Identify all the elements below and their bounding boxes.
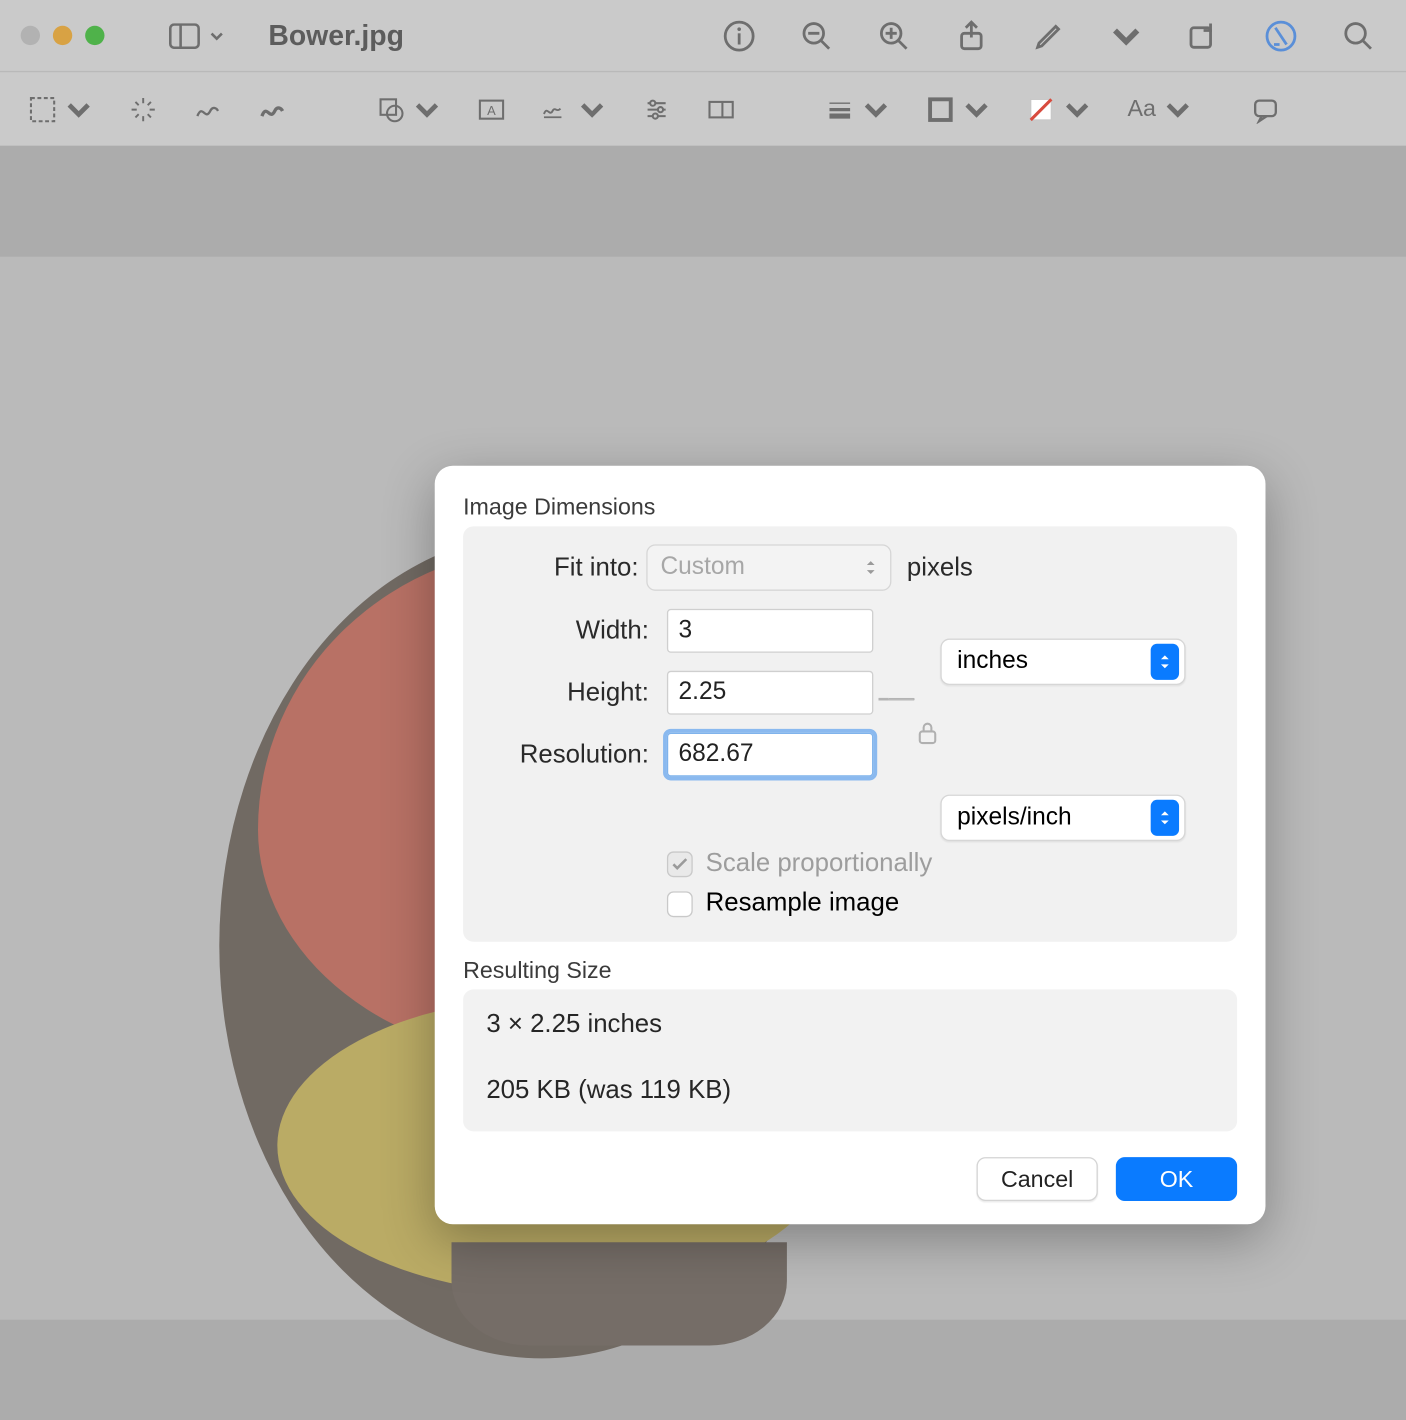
zoom-in-icon[interactable] [877, 19, 911, 53]
result-filesize: 205 KB (was 119 KB) [486, 1076, 1214, 1106]
canvas-area: Image Dimensions Fit into: Custom pixels… [0, 146, 1406, 1420]
info-icon[interactable] [722, 19, 756, 53]
height-input[interactable] [667, 671, 873, 715]
zoom-out-icon[interactable] [800, 19, 834, 53]
lock-icon[interactable] [917, 721, 938, 751]
stepper-icon [857, 550, 885, 586]
size-unit-select[interactable]: inches [940, 639, 1185, 685]
stepper-icon [1151, 800, 1179, 836]
text-tool[interactable]: A [477, 95, 505, 123]
resulting-size-panel: 3 × 2.25 inches 205 KB (was 119 KB) [463, 989, 1237, 1131]
scale-proportionally-checkbox [667, 851, 693, 877]
section-title-dimensions: Image Dimensions [463, 494, 1237, 521]
fit-into-label: Fit into: [484, 553, 647, 583]
close-window-icon[interactable] [21, 26, 40, 45]
minimize-window-icon[interactable] [53, 26, 72, 45]
shapes-tool[interactable] [377, 95, 442, 123]
ok-button[interactable]: OK [1116, 1157, 1237, 1201]
share-icon[interactable] [955, 19, 989, 53]
resolution-unit-select[interactable]: pixels/inch [940, 795, 1185, 841]
resample-image-checkbox[interactable] [667, 891, 693, 917]
resolution-input[interactable] [667, 733, 873, 777]
fit-into-unit: pixels [907, 553, 973, 583]
resolution-label: Resolution: [484, 740, 652, 770]
adjust-size-tool[interactable] [707, 95, 735, 123]
markup-icon[interactable] [1032, 19, 1066, 53]
search-icon[interactable] [1342, 19, 1376, 53]
fit-into-value: Custom [660, 553, 744, 581]
document-title: Bower.jpg [268, 19, 404, 53]
highlight-icon[interactable] [1264, 19, 1298, 53]
dimensions-panel: Fit into: Custom pixels Width: inches [463, 526, 1237, 941]
selection-tool[interactable] [28, 95, 93, 123]
sign-tool[interactable] [542, 95, 607, 123]
scale-proportionally-label: Scale proportionally [706, 849, 933, 879]
window-titlebar: Bower.jpg [0, 0, 1406, 71]
height-label: Height: [484, 678, 652, 708]
cancel-button[interactable]: Cancel [976, 1157, 1097, 1201]
markup-toolbar: A Aa [0, 71, 1406, 146]
sidebar-toggle-button[interactable] [169, 23, 224, 49]
draw-tool[interactable] [258, 95, 286, 123]
zoom-window-icon[interactable] [85, 26, 104, 45]
resolution-unit-value: pixels/inch [957, 804, 1071, 832]
aspect-bracket-icon [889, 698, 915, 701]
sketch-tool[interactable] [194, 95, 222, 123]
instant-alpha-tool[interactable] [129, 95, 157, 123]
traffic-lights [21, 26, 105, 45]
font-tool[interactable]: Aa [1127, 95, 1192, 123]
result-dimensions: 3 × 2.25 inches [486, 1010, 1214, 1040]
section-title-result: Resulting Size [463, 957, 1237, 984]
fill-color-tool[interactable] [1027, 95, 1092, 123]
width-input[interactable] [667, 609, 873, 653]
border-color-tool[interactable] [926, 95, 991, 123]
chevron-down-icon[interactable] [1109, 19, 1143, 53]
annotate-tool[interactable] [1251, 95, 1279, 123]
svg-text:A: A [487, 102, 496, 117]
rotate-icon[interactable] [1187, 19, 1221, 53]
stepper-icon [1151, 644, 1179, 680]
size-unit-value: inches [957, 648, 1028, 676]
resample-image-label: Resample image [706, 889, 900, 919]
adjust-color-tool[interactable] [642, 95, 670, 123]
border-weight-tool[interactable] [826, 95, 891, 123]
fit-into-select[interactable]: Custom [646, 544, 891, 590]
width-label: Width: [484, 616, 652, 646]
adjust-size-dialog: Image Dimensions Fit into: Custom pixels… [435, 466, 1266, 1225]
